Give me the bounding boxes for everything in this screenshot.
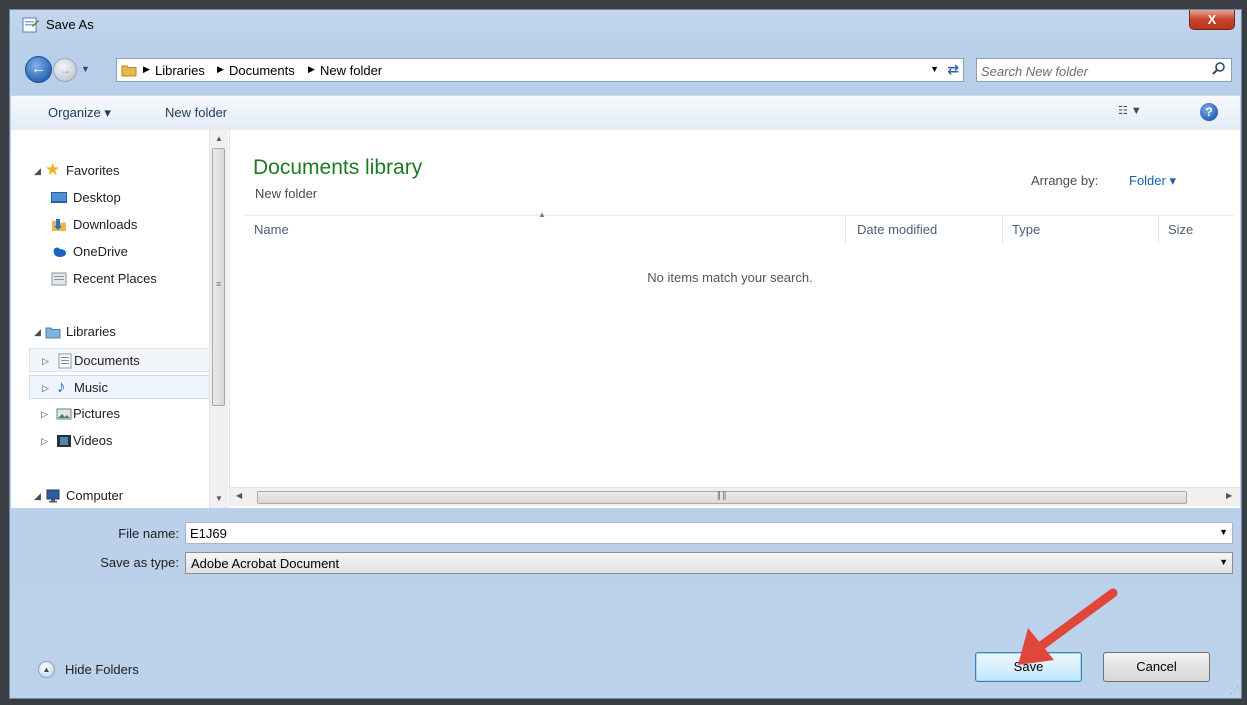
resize-grip-icon[interactable]: ⋰ [1230, 685, 1239, 696]
nav-pictures[interactable]: ▷ Pictures [29, 402, 213, 426]
expanded-arrow-icon[interactable]: ◢ [34, 159, 41, 183]
title-bar: Save As X [10, 10, 1241, 40]
save-as-type-select[interactable]: Adobe Acrobat Document ▼ [185, 552, 1233, 574]
back-button[interactable]: ← [25, 56, 52, 83]
breadcrumb-separator-icon[interactable]: ▶ [308, 64, 315, 75]
change-view-icon[interactable]: ☷ ▼ [1118, 104, 1142, 117]
scroll-up-arrow-icon[interactable]: ▲ [215, 134, 223, 143]
address-bar[interactable]: ▶ Libraries ▶ Documents ▶ New folder ▼ ⇄ [116, 58, 964, 82]
file-name-label: File name: [118, 526, 179, 541]
column-header-name[interactable]: Name [246, 216, 846, 244]
close-button[interactable]: X [1189, 10, 1235, 30]
chevron-up-icon: ▲ [38, 661, 55, 678]
breadcrumb-separator-icon[interactable]: ▶ [217, 64, 224, 75]
new-folder-button[interactable]: New folder [165, 105, 227, 120]
search-icon[interactable] [1211, 61, 1227, 77]
navigation-pane: ◢ ★ Favorites Desktop Downloads OneDrive… [11, 130, 230, 508]
expanded-arrow-icon[interactable]: ◢ [34, 484, 41, 508]
arrange-by-label: Arrange by: [1031, 173, 1099, 188]
nav-videos[interactable]: ▷ Videos [29, 429, 213, 453]
nav-onedrive[interactable]: OneDrive [11, 240, 207, 264]
horizontal-scrollbar[interactable]: ◀ ∥∥ ▶ [230, 487, 1240, 506]
music-icon: ♪ [57, 377, 66, 396]
scroll-left-arrow-icon[interactable]: ◀ [236, 491, 242, 500]
save-as-icon [22, 17, 39, 33]
nav-recent-places[interactable]: Recent Places [11, 267, 207, 291]
library-title: Documents library [253, 156, 423, 179]
nav-libraries[interactable]: ◢ Libraries [11, 320, 207, 344]
column-header-date-modified[interactable]: Date modified [849, 216, 1003, 244]
save-as-type-value: Adobe Acrobat Document [191, 556, 340, 571]
search-box[interactable] [976, 58, 1232, 82]
pictures-icon [56, 408, 72, 420]
refresh-icon[interactable]: ⇄ [947, 61, 959, 78]
collapsed-arrow-icon[interactable]: ▷ [41, 429, 48, 453]
recent-pages-dropdown[interactable]: ▼ [81, 64, 90, 74]
nav-scroll-thumb[interactable]: ≡ [212, 148, 225, 406]
column-header-size[interactable]: Size [1160, 216, 1240, 244]
organize-menu[interactable]: Organize ▾ [48, 105, 111, 121]
breadcrumb-libraries[interactable]: Libraries [155, 63, 205, 78]
collapsed-arrow-icon[interactable]: ▷ [41, 402, 48, 426]
folder-icon [121, 65, 137, 77]
collapsed-arrow-icon[interactable]: ▷ [42, 376, 49, 400]
file-name-input[interactable] [190, 525, 1200, 541]
address-dropdown-icon[interactable]: ▼ [930, 64, 939, 74]
scroll-down-arrow-icon[interactable]: ▼ [215, 494, 223, 503]
help-icon[interactable]: ? [1200, 103, 1218, 121]
expanded-arrow-icon[interactable]: ◢ [34, 320, 41, 344]
breadcrumb-new-folder[interactable]: New folder [320, 63, 382, 78]
libraries-icon [45, 327, 61, 339]
nav-vertical-scrollbar[interactable]: ▲ ≡ ▼ [209, 130, 228, 508]
command-toolbar: Organize ▾ New folder ☷ ▼ ? [11, 95, 1240, 131]
videos-icon [57, 435, 71, 447]
search-input[interactable] [979, 61, 1203, 81]
file-name-field[interactable]: ▼ [185, 522, 1233, 544]
nav-desktop[interactable]: Desktop [11, 186, 207, 210]
nav-favorites[interactable]: ◢ ★ Favorites [11, 159, 207, 183]
recent-places-icon [51, 272, 67, 286]
nav-downloads[interactable]: Downloads [11, 213, 207, 237]
documents-icon [58, 353, 72, 369]
save-as-dialog: Save As X ← → ▼ ▶ Libraries ▶ Documents … [9, 9, 1242, 699]
desktop-icon [51, 192, 67, 203]
star-icon: ★ [45, 160, 61, 179]
computer-icon [46, 489, 60, 503]
file-name-dropdown-icon[interactable]: ▼ [1219, 527, 1228, 537]
window-title: Save As [46, 17, 94, 32]
file-list-pane: Documents library New folder Arrange by:… [230, 130, 1240, 508]
save-as-type-dropdown-icon[interactable]: ▼ [1219, 557, 1228, 567]
cancel-button[interactable]: Cancel [1103, 652, 1210, 682]
library-subtitle: New folder [255, 186, 318, 201]
save-as-type-label: Save as type: [100, 555, 179, 570]
arrange-by-dropdown[interactable]: Folder ▾ [1129, 173, 1176, 189]
collapsed-arrow-icon[interactable]: ▷ [42, 349, 49, 373]
empty-list-message: No items match your search. [647, 270, 813, 285]
nav-music[interactable]: ▷ ♪ Music [29, 375, 213, 399]
breadcrumb-separator-icon[interactable]: ▶ [143, 64, 150, 75]
downloads-icon [52, 219, 66, 231]
forward-button[interactable]: → [53, 58, 77, 82]
nav-documents[interactable]: ▷ Documents [29, 348, 213, 372]
column-header-type[interactable]: Type [1004, 216, 1159, 244]
breadcrumb-documents[interactable]: Documents [229, 63, 295, 78]
nav-computer[interactable]: ◢ Computer [11, 484, 207, 508]
cloud-icon [53, 247, 66, 257]
horizontal-scroll-thumb[interactable]: ∥∥ [257, 490, 1187, 504]
scroll-right-arrow-icon[interactable]: ▶ [1226, 491, 1232, 500]
save-button[interactable]: Save [975, 652, 1082, 682]
